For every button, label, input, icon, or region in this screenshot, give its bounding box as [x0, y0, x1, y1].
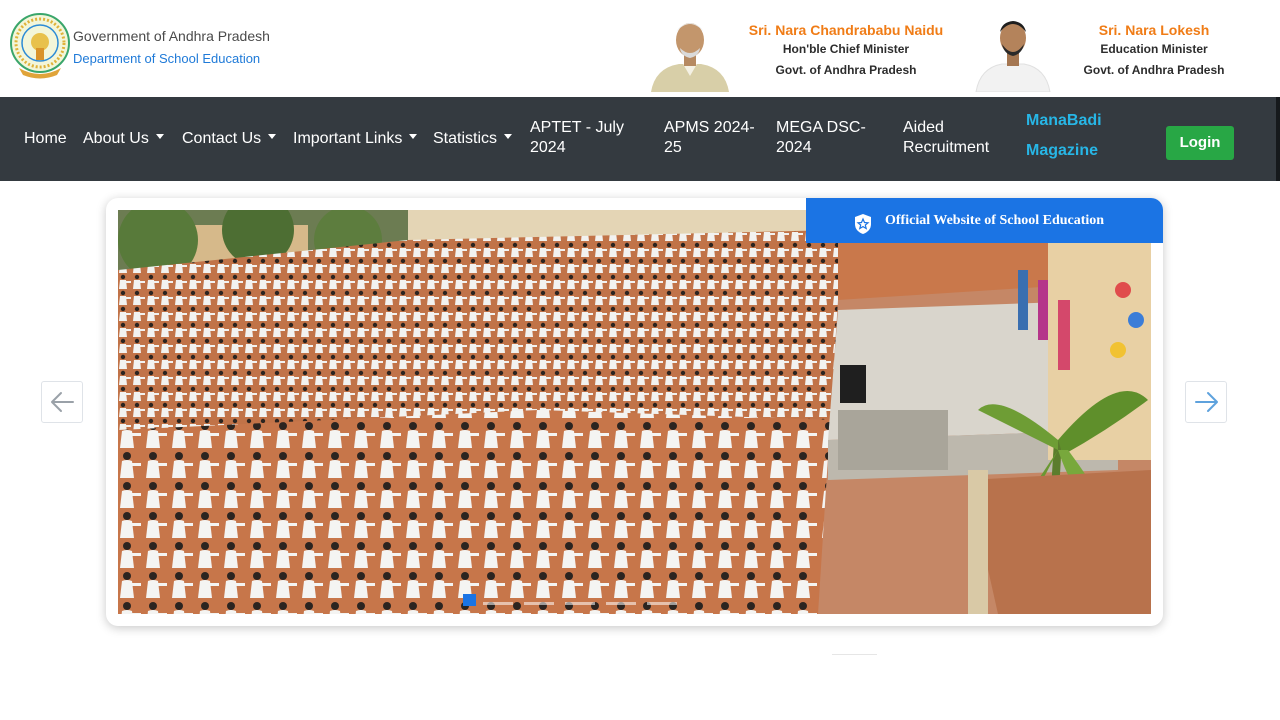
ap-state-emblem-icon[interactable] — [9, 12, 71, 80]
chief-minister-info: Sri. Nara Chandrababu Naidu Hon'ble Chie… — [740, 21, 952, 81]
nav-aptet[interactable]: APTET - July 2024 — [530, 118, 630, 158]
department-name[interactable]: Department of School Education — [73, 51, 260, 66]
nav-aided-recruitment[interactable]: Aided Recruitment — [903, 118, 1003, 158]
nav-important-links-label: Important Links — [293, 130, 403, 147]
school-assembly-photo — [118, 210, 1151, 614]
government-name: Government of Andhra Pradesh — [73, 28, 270, 44]
nav-contact-us-label: Contact Us — [182, 130, 262, 147]
nav-statistics-label: Statistics — [433, 130, 498, 147]
official-website-banner: Official Website of School Education — [806, 198, 1163, 243]
carousel-indicator-6[interactable] — [647, 602, 677, 605]
official-website-text: Official Website of School Education — [885, 213, 1105, 228]
carousel-indicator-4[interactable] — [565, 602, 595, 605]
carousel-next-button[interactable] — [1185, 381, 1227, 423]
education-minister-govt: Govt. of Andhra Pradesh — [1083, 63, 1225, 77]
education-minister-info: Sri. Nara Lokesh Education Minister Govt… — [1074, 21, 1234, 81]
nav-about-us-label: About Us — [83, 130, 149, 147]
chief-minister-role: Hon'ble Chief Minister — [782, 42, 910, 56]
caret-down-icon — [155, 134, 164, 140]
education-minister-name: Sri. Nara Lokesh — [1098, 22, 1210, 38]
carousel-indicator-3[interactable] — [524, 602, 554, 605]
chief-minister-govt: Govt. of Andhra Pradesh — [775, 63, 917, 77]
education-minister-role: Education Minister — [1100, 42, 1208, 56]
nav-mega-dsc[interactable]: MEGA DSC-2024 — [776, 118, 876, 158]
caret-down-icon — [504, 134, 513, 140]
chief-minister-photo — [649, 10, 731, 92]
carousel-prev-button[interactable] — [41, 381, 83, 423]
section-divider — [832, 654, 877, 655]
carousel-indicator-2[interactable] — [483, 602, 513, 605]
shield-star-icon — [853, 209, 873, 234]
arrow-right-icon — [1195, 392, 1218, 412]
carousel-indicator-1[interactable] — [463, 594, 476, 606]
nav-apms[interactable]: APMS 2024-25 — [664, 118, 760, 158]
site-header: Government of Andhra Pradesh Department … — [0, 0, 1280, 97]
caret-down-icon — [409, 134, 418, 140]
caret-down-icon — [268, 134, 277, 140]
nav-home[interactable]: Home — [24, 129, 67, 149]
arrow-left-icon — [51, 392, 74, 412]
nav-statistics[interactable]: Statistics — [433, 129, 513, 149]
navbar-edge — [1276, 97, 1280, 181]
login-button[interactable]: Login — [1166, 126, 1234, 160]
education-minister-photo — [972, 10, 1054, 92]
nav-about-us[interactable]: About Us — [83, 129, 164, 149]
nav-important-links[interactable]: Important Links — [293, 129, 418, 149]
nav-contact-us[interactable]: Contact Us — [182, 129, 277, 149]
chief-minister-name: Sri. Nara Chandrababu Naidu — [748, 22, 944, 38]
nav-manabadi-magazine[interactable]: ManaBadi Magazine — [1026, 106, 1126, 166]
carousel-indicator-5[interactable] — [606, 602, 636, 605]
